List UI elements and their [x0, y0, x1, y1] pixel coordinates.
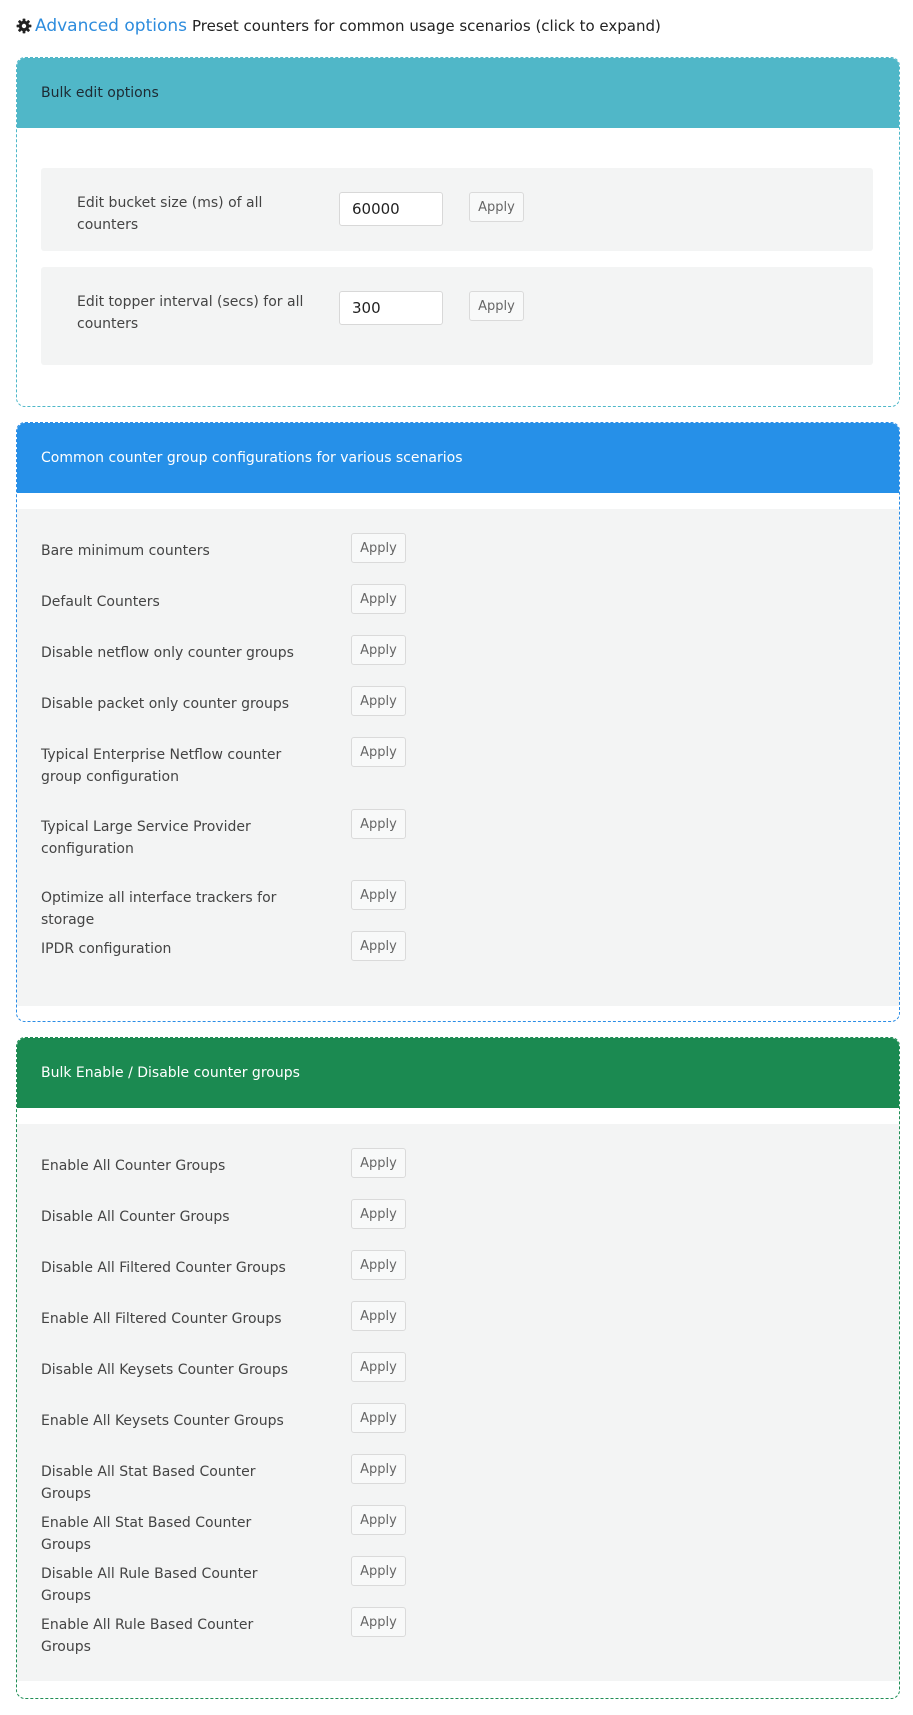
apply-button[interactable]: Apply — [351, 1556, 406, 1586]
bucket-size-apply-button[interactable]: Apply — [469, 192, 524, 222]
option-label: Typical Enterprise Netflow counter group… — [41, 747, 282, 785]
apply-button[interactable]: Apply — [351, 1352, 406, 1382]
apply-button[interactable]: Apply — [351, 1403, 406, 1433]
apply-button[interactable]: Apply — [351, 931, 406, 961]
option-label: Disable netflow only counter groups — [41, 645, 294, 661]
option-label: Enable All Rule Based Counter Groups — [41, 1617, 254, 1655]
apply-button[interactable]: Apply — [351, 1454, 406, 1484]
apply-button[interactable]: Apply — [351, 737, 406, 767]
option-label: Default Counters — [41, 594, 160, 610]
apply-button[interactable]: Apply — [351, 533, 406, 563]
option-label: Typical Large Service Provider configura… — [41, 819, 251, 857]
option-label: Disable All Counter Groups — [41, 1209, 230, 1225]
option-label: Disable All Filtered Counter Groups — [41, 1260, 286, 1276]
option-label: IPDR configuration — [41, 941, 172, 957]
bucket-size-input[interactable] — [339, 192, 443, 226]
option-label: Disable All Stat Based Counter Groups — [41, 1464, 256, 1502]
option-label: Optimize all interface trackers for stor… — [41, 890, 277, 928]
option-label: Disable packet only counter groups — [41, 696, 290, 712]
option-label: Enable All Keysets Counter Groups — [41, 1413, 284, 1429]
topper-interval-row: Edit topper interval (secs) for all coun… — [41, 267, 873, 365]
option-label: Disable All Rule Based Counter Groups — [41, 1566, 258, 1604]
apply-button[interactable]: Apply — [351, 686, 406, 716]
bulk-enable-disable-panel-title: Bulk Enable / Disable counter groups — [17, 1038, 899, 1108]
advanced-options-header: Advanced options Preset counters for com… — [16, 14, 661, 38]
apply-button[interactable]: Apply — [351, 809, 406, 839]
bulk-edit-panel-title: Bulk edit options — [17, 58, 899, 128]
bucket-size-row: Edit bucket size (ms) of all counters Ap… — [41, 168, 873, 251]
gear-icon — [16, 18, 32, 34]
bulk-enable-disable-list: Enable All Counter Groups Apply Disable … — [17, 1124, 899, 1681]
common-configurations-panel-title: Common counter group configurations for … — [17, 423, 899, 493]
topper-interval-input[interactable] — [339, 291, 443, 325]
apply-button[interactable]: Apply — [351, 1148, 406, 1178]
bulk-edit-panel: Bulk edit options Edit bucket size (ms) … — [16, 57, 900, 407]
advanced-options-description: Preset counters for common usage scenari… — [192, 17, 661, 35]
apply-button[interactable]: Apply — [351, 635, 406, 665]
topper-interval-apply-button[interactable]: Apply — [469, 291, 524, 321]
option-label: Bare minimum counters — [41, 543, 210, 559]
apply-button[interactable]: Apply — [351, 584, 406, 614]
bucket-size-label: Edit bucket size (ms) of all counters — [77, 195, 263, 233]
advanced-options-link[interactable]: Advanced options — [35, 16, 187, 36]
common-configurations-panel: Common counter group configurations for … — [16, 422, 900, 1022]
apply-button[interactable]: Apply — [351, 1505, 406, 1535]
apply-button[interactable]: Apply — [351, 1250, 406, 1280]
apply-button[interactable]: Apply — [351, 880, 406, 910]
option-label: Enable All Filtered Counter Groups — [41, 1311, 282, 1327]
bulk-enable-disable-panel: Bulk Enable / Disable counter groups Ena… — [16, 1037, 900, 1699]
topper-interval-label: Edit topper interval (secs) for all coun… — [77, 294, 304, 332]
apply-button[interactable]: Apply — [351, 1301, 406, 1331]
apply-button[interactable]: Apply — [351, 1607, 406, 1637]
apply-button[interactable]: Apply — [351, 1199, 406, 1229]
option-label: Enable All Stat Based Counter Groups — [41, 1515, 252, 1553]
option-label: Enable All Counter Groups — [41, 1158, 226, 1174]
option-label: Disable All Keysets Counter Groups — [41, 1362, 289, 1378]
common-configurations-list: Bare minimum counters Apply Default Coun… — [17, 509, 899, 1006]
